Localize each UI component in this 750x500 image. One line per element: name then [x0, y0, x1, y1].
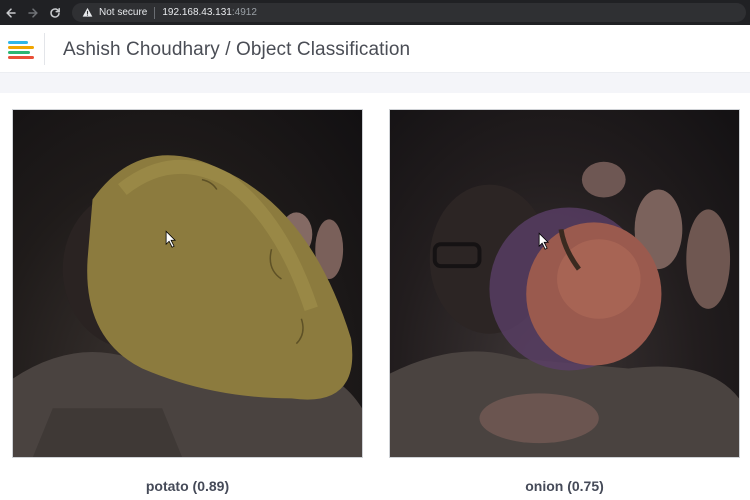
security-label: Not secure — [99, 7, 148, 18]
warning-icon — [82, 7, 93, 17]
url-port: :4912 — [231, 7, 257, 18]
header-subband — [0, 73, 750, 93]
logo-bar — [8, 51, 30, 54]
back-button[interactable] — [0, 0, 22, 25]
camera-image — [390, 161, 739, 457]
logo-bar — [8, 46, 34, 49]
address-divider — [154, 6, 156, 19]
reload-button[interactable] — [44, 0, 66, 25]
address-bar[interactable]: Not secure 192.168.43.131:4912 — [72, 3, 746, 22]
reload-icon — [50, 7, 60, 18]
browser-toolbar: Not secure 192.168.43.131:4912 — [0, 0, 750, 25]
camera-frame-potato — [12, 109, 363, 458]
arrow-right-icon — [28, 7, 38, 18]
arrow-left-icon — [6, 7, 16, 18]
edge-impulse-logo[interactable] — [8, 41, 34, 59]
prediction-label: potato (0.89) — [145, 478, 230, 494]
header-divider — [44, 33, 45, 65]
logo-bar — [8, 41, 28, 44]
forward-button[interactable] — [22, 0, 44, 25]
app-header: Ashish Choudhary / Object Classification — [0, 25, 750, 73]
camera-frame-onion — [389, 109, 740, 458]
project-title: Ashish Choudhary / Object Classification — [63, 39, 411, 60]
url-host: 192.168.43.131 — [162, 7, 232, 18]
logo-bar — [8, 56, 34, 59]
prediction-label: onion (0.75) — [525, 478, 604, 494]
camera-image — [13, 155, 362, 457]
